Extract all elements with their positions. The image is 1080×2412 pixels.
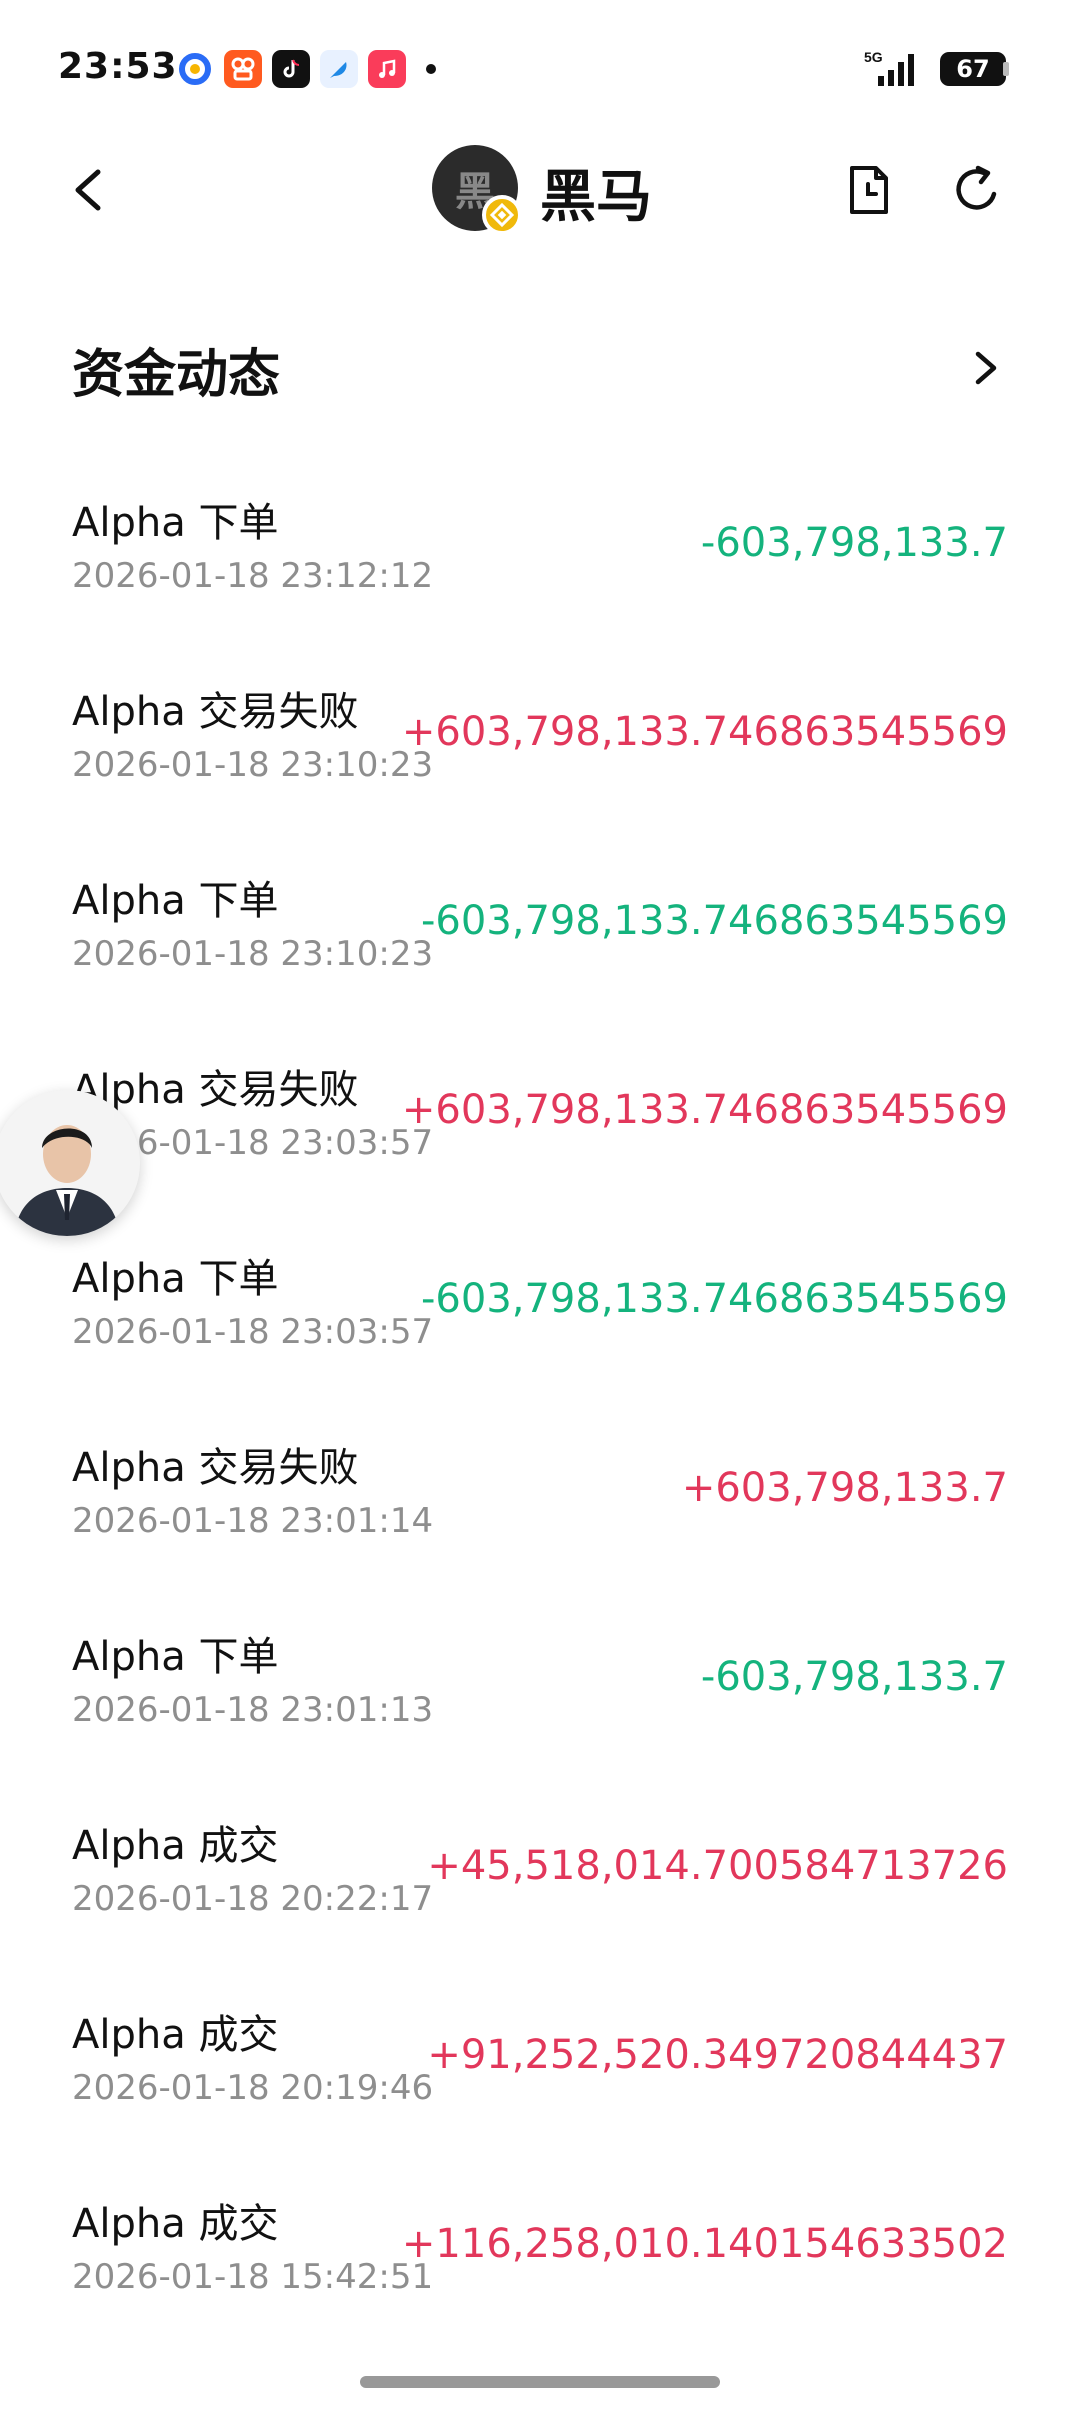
transaction-amount: +603,798,133.7 — [681, 1465, 1008, 1511]
kuaishou-icon — [224, 50, 262, 88]
transaction-amount: +116,258,010.140154633502 — [401, 2221, 1008, 2267]
network-label: 5G — [864, 49, 883, 65]
transaction-title: Alpha 交易失败 — [72, 689, 359, 735]
transaction-time: 2026-01-18 23:12:12 — [72, 556, 434, 596]
battery-icon: 67 — [940, 52, 1006, 86]
transaction-row[interactable]: Alpha 成交 2026-01-18 20:22:17 +45,518,014.7… — [0, 1813, 1080, 2002]
transaction-amount: -603,798,133.7 — [700, 520, 1008, 566]
transaction-amount: +603,798,133.746863545569 — [401, 709, 1008, 755]
header: 黑 黑马 — [0, 130, 1080, 250]
transaction-title: Alpha 下单 — [72, 1256, 279, 1302]
transaction-amount: -603,798,133.7 — [700, 1654, 1008, 1700]
transaction-amount: -603,798,133.746863545569 — [420, 898, 1008, 944]
status-bar: 23:53 5G 67 — [0, 0, 1080, 140]
transaction-time: 2026-01-18 23:10:23 — [72, 745, 434, 785]
transaction-row[interactable]: Alpha 下单 2026-01-18 23:10:23 -603,798,133.… — [0, 868, 1080, 1057]
section-more-button[interactable] — [960, 340, 1010, 396]
profile-avatar[interactable]: 黑 — [432, 145, 522, 235]
bnb-badge-icon — [482, 195, 522, 235]
transaction-time: 2026-01-18 23:03:57 — [72, 1312, 434, 1352]
transaction-row[interactable]: Alpha 下单 2026-01-18 23:01:13 -603,798,133.… — [0, 1624, 1080, 1813]
browser-icon — [176, 50, 214, 88]
document-clock-icon — [850, 166, 888, 214]
transaction-time: 2026-01-18 23:01:14 — [72, 1501, 434, 1541]
transaction-title: Alpha 下单 — [72, 878, 279, 924]
battery-level: 67 — [956, 55, 990, 83]
transaction-row[interactable]: Alpha 交易失败 2026-01-18 23:03:57 +603,798,13… — [0, 1057, 1080, 1246]
section-title: 资金动态 — [72, 345, 281, 405]
floating-assistant-avatar[interactable] — [0, 1090, 140, 1236]
transaction-title: Alpha 下单 — [72, 500, 279, 546]
transaction-list: Alpha 下单 2026-01-18 23:12:12 -603,798,133.… — [0, 490, 1080, 2380]
transaction-row[interactable]: Alpha 交易失败 2026-01-18 23:10:23 +603,798,13… — [0, 679, 1080, 868]
transaction-amount: +603,798,133.746863545569 — [401, 1087, 1008, 1133]
transaction-amount: +45,518,014.700584713726 — [427, 1843, 1008, 1889]
chevron-right-icon — [975, 351, 997, 385]
transaction-time: 2026-01-18 23:10:23 — [72, 934, 434, 974]
transaction-row[interactable]: Alpha 成交 2026-01-18 15:42:51 +116,258,010.… — [0, 2191, 1080, 2380]
transaction-title: Alpha 交易失败 — [72, 1445, 359, 1491]
transaction-row[interactable]: Alpha 成交 2026-01-18 20:19:46 +91,252,520.3… — [0, 2002, 1080, 2191]
more-notifications-dot — [426, 64, 436, 74]
transaction-amount: -603,798,133.746863545569 — [420, 1276, 1008, 1322]
transaction-row[interactable]: Alpha 下单 2026-01-18 23:12:12 -603,798,133.… — [0, 490, 1080, 679]
notification-icons — [176, 50, 436, 88]
transaction-row[interactable]: Alpha 交易失败 2026-01-18 23:01:14 +603,798,13… — [0, 1435, 1080, 1624]
transaction-title: Alpha 交易失败 — [72, 1067, 359, 1113]
transaction-time: 2026-01-18 20:22:17 — [72, 1879, 434, 1919]
transaction-row[interactable]: Alpha 下单 2026-01-18 23:03:57 -603,798,133.… — [0, 1246, 1080, 1435]
refresh-button[interactable] — [948, 160, 1008, 220]
home-indicator[interactable] — [360, 2376, 720, 2388]
transaction-title: Alpha 成交 — [72, 1823, 279, 1869]
tiktok-icon — [272, 50, 310, 88]
transaction-time: 2026-01-18 15:42:51 — [72, 2257, 434, 2297]
transaction-title: Alpha 成交 — [72, 2012, 279, 2058]
refresh-icon — [956, 165, 997, 210]
music-icon — [368, 50, 406, 88]
transaction-title: Alpha 成交 — [72, 2201, 279, 2247]
battery-cap — [1003, 62, 1009, 76]
signal-icon: 5G — [862, 48, 926, 92]
transaction-time: 2026-01-18 23:01:13 — [72, 1690, 434, 1730]
transaction-amount: +91,252,520.349720844437 — [427, 2032, 1008, 2078]
transaction-title: Alpha 下单 — [72, 1634, 279, 1680]
history-button[interactable] — [840, 162, 896, 218]
transaction-time: 2026-01-18 20:19:46 — [72, 2068, 434, 2108]
feather-icon — [320, 50, 358, 88]
status-time: 23:53 — [58, 46, 178, 87]
back-button[interactable] — [60, 160, 120, 220]
chevron-left-icon — [75, 169, 101, 211]
page-title: 黑马 — [540, 165, 652, 230]
